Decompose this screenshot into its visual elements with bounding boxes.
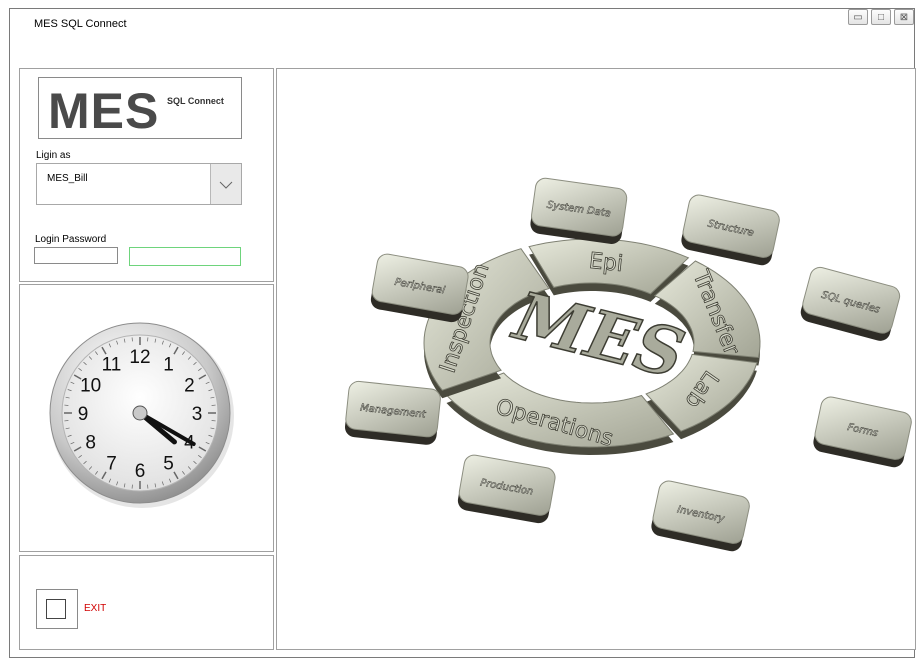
diagram-tile: Production bbox=[457, 454, 556, 524]
exit-panel: EXIT bbox=[19, 555, 274, 650]
diagram-tile: Forms bbox=[813, 396, 912, 468]
clock-number: 2 bbox=[184, 376, 195, 397]
clock-number: 3 bbox=[192, 404, 203, 425]
user-select[interactable]: MES_Bill bbox=[36, 163, 242, 205]
clock-number: 6 bbox=[135, 461, 146, 482]
close-button[interactable]: ⊠ bbox=[894, 9, 914, 25]
title-bar: MES SQL Connect ▭ □ ⊠ bbox=[10, 9, 914, 37]
checkbox-box bbox=[46, 599, 66, 619]
logo-sub-text: SQL Connect bbox=[167, 96, 224, 106]
diagram-tile: SQL queries bbox=[800, 266, 901, 341]
exit-label[interactable]: EXIT bbox=[84, 603, 106, 614]
logo-main-text: MES bbox=[48, 83, 160, 139]
app-window: MES SQL Connect ▭ □ ⊠ MES SQL Connect Li… bbox=[9, 8, 916, 658]
ring-label: Epi bbox=[588, 249, 624, 277]
exit-checkbox[interactable] bbox=[36, 589, 78, 629]
diagram-tile: Inventory bbox=[651, 480, 750, 552]
login-as-label: Ligin as bbox=[36, 150, 71, 161]
chevron-down-icon bbox=[219, 181, 233, 189]
clock-number: 9 bbox=[78, 404, 89, 425]
diagram-panel: Epi Transfer Lab Operations Inspection Syste… bbox=[276, 68, 916, 650]
dropdown-button[interactable] bbox=[210, 164, 241, 204]
login-panel: MES SQL Connect Ligin as MES_Bill Login … bbox=[19, 68, 274, 282]
clock-number: 11 bbox=[102, 355, 122, 376]
diagram-tile: Peripheral bbox=[370, 253, 469, 323]
window-title: MES SQL Connect bbox=[34, 18, 127, 30]
mes-diagram: EpiTransferLabOperationsInspection Syste… bbox=[344, 177, 912, 552]
maximize-button[interactable]: □ bbox=[871, 9, 891, 25]
clock-number: 1 bbox=[163, 355, 174, 376]
clock-number: 12 bbox=[129, 347, 150, 368]
clock-number: 10 bbox=[80, 376, 101, 397]
clock-number: 8 bbox=[85, 433, 96, 454]
clock-panel: 121234567891011 bbox=[19, 284, 274, 552]
analog-clock: 121234567891011 bbox=[49, 322, 234, 508]
user-select-value: MES_Bill bbox=[47, 173, 88, 184]
clock-center-cap bbox=[132, 405, 148, 421]
password-label: Login Password bbox=[35, 234, 107, 245]
clock-number: 7 bbox=[106, 453, 117, 474]
minimize-button[interactable]: ▭ bbox=[848, 9, 868, 25]
confirm-input[interactable] bbox=[129, 247, 241, 266]
diagram-tile: System Data bbox=[530, 177, 628, 244]
password-input[interactable] bbox=[34, 247, 118, 264]
logo: MES SQL Connect bbox=[38, 77, 242, 139]
diagram-tile: Management bbox=[344, 380, 441, 445]
clock-number: 5 bbox=[163, 453, 174, 474]
window-controls: ▭ □ ⊠ bbox=[845, 9, 914, 25]
diagram-tile: Structure bbox=[681, 194, 780, 266]
